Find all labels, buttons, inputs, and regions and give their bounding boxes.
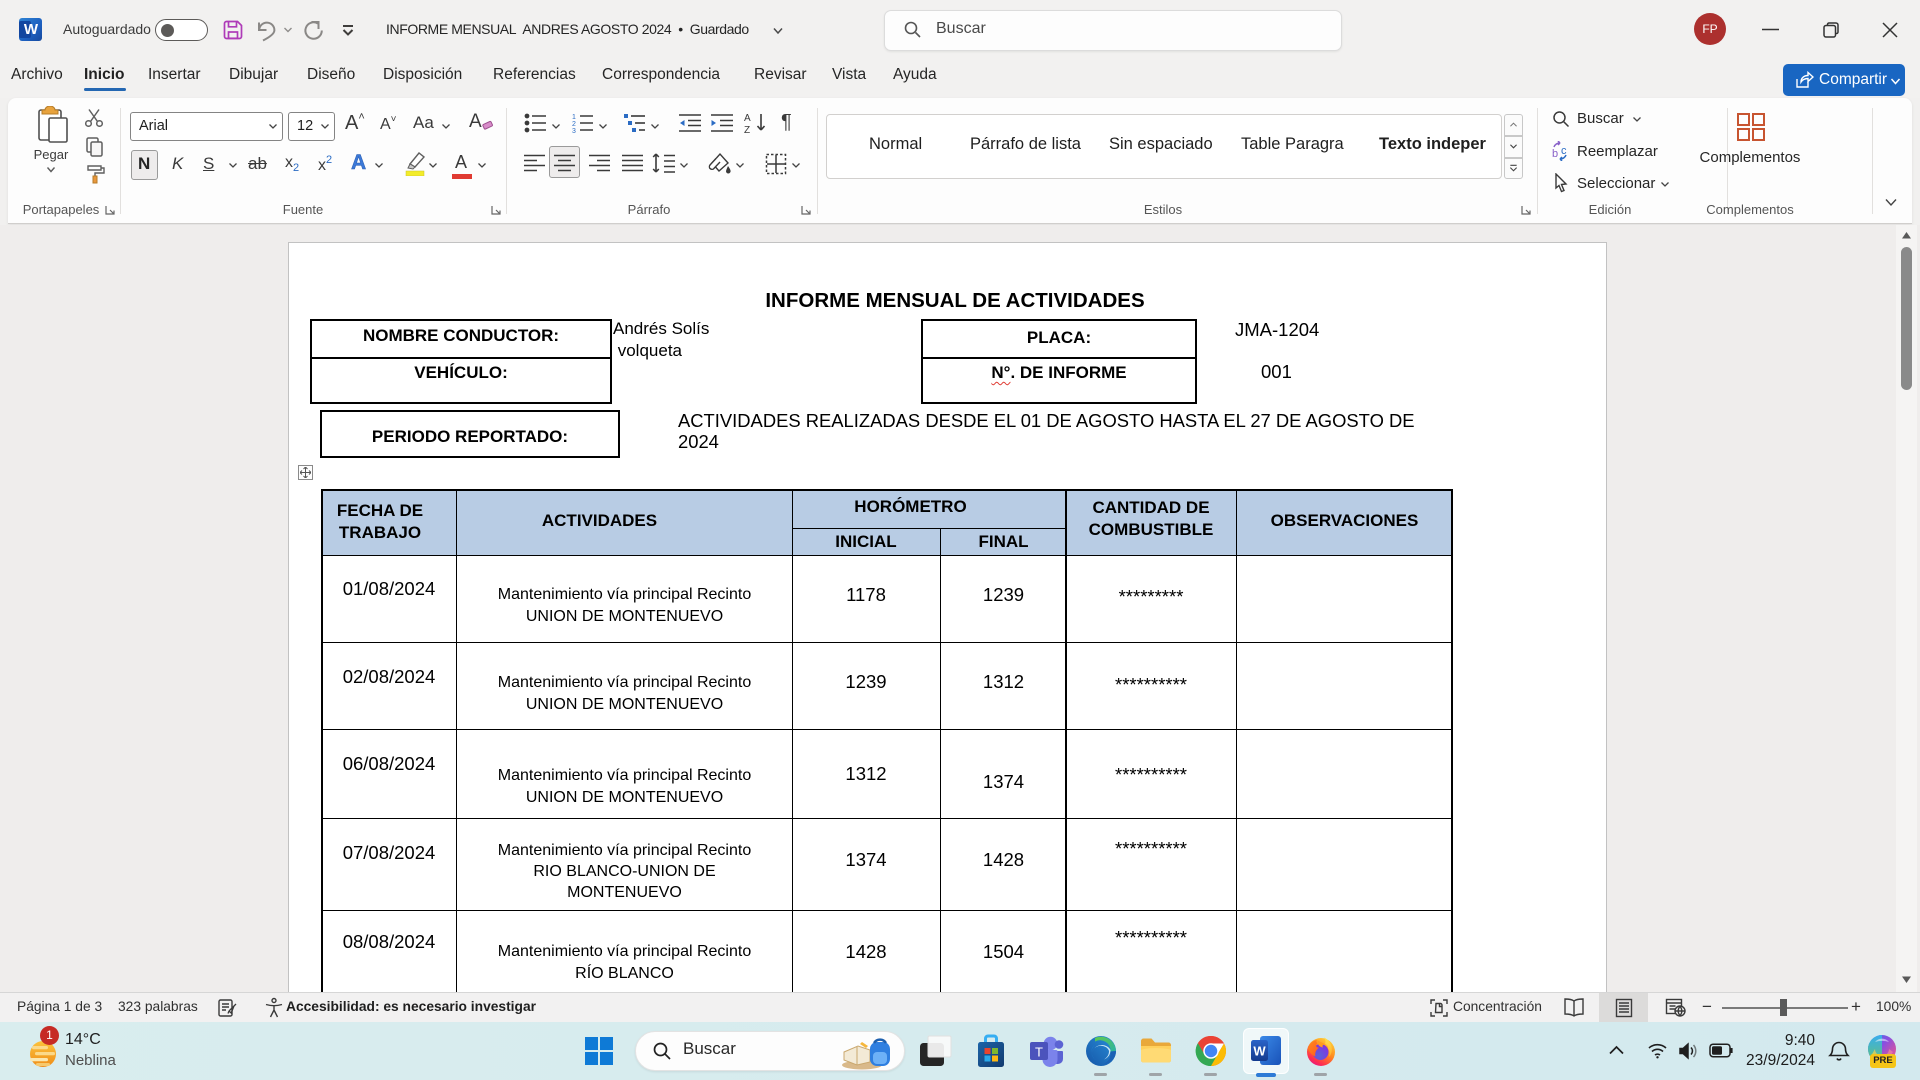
svg-text:c: c: [1561, 145, 1567, 157]
svg-text:3: 3: [572, 128, 576, 134]
svg-text:Z: Z: [744, 125, 750, 135]
svg-text:b: b: [1552, 148, 1558, 160]
svg-text:T: T: [1035, 1045, 1043, 1060]
svg-text:2: 2: [572, 121, 576, 128]
svg-text:1: 1: [572, 114, 576, 121]
svg-text:A: A: [744, 113, 751, 124]
svg-text:W: W: [1253, 1044, 1266, 1059]
